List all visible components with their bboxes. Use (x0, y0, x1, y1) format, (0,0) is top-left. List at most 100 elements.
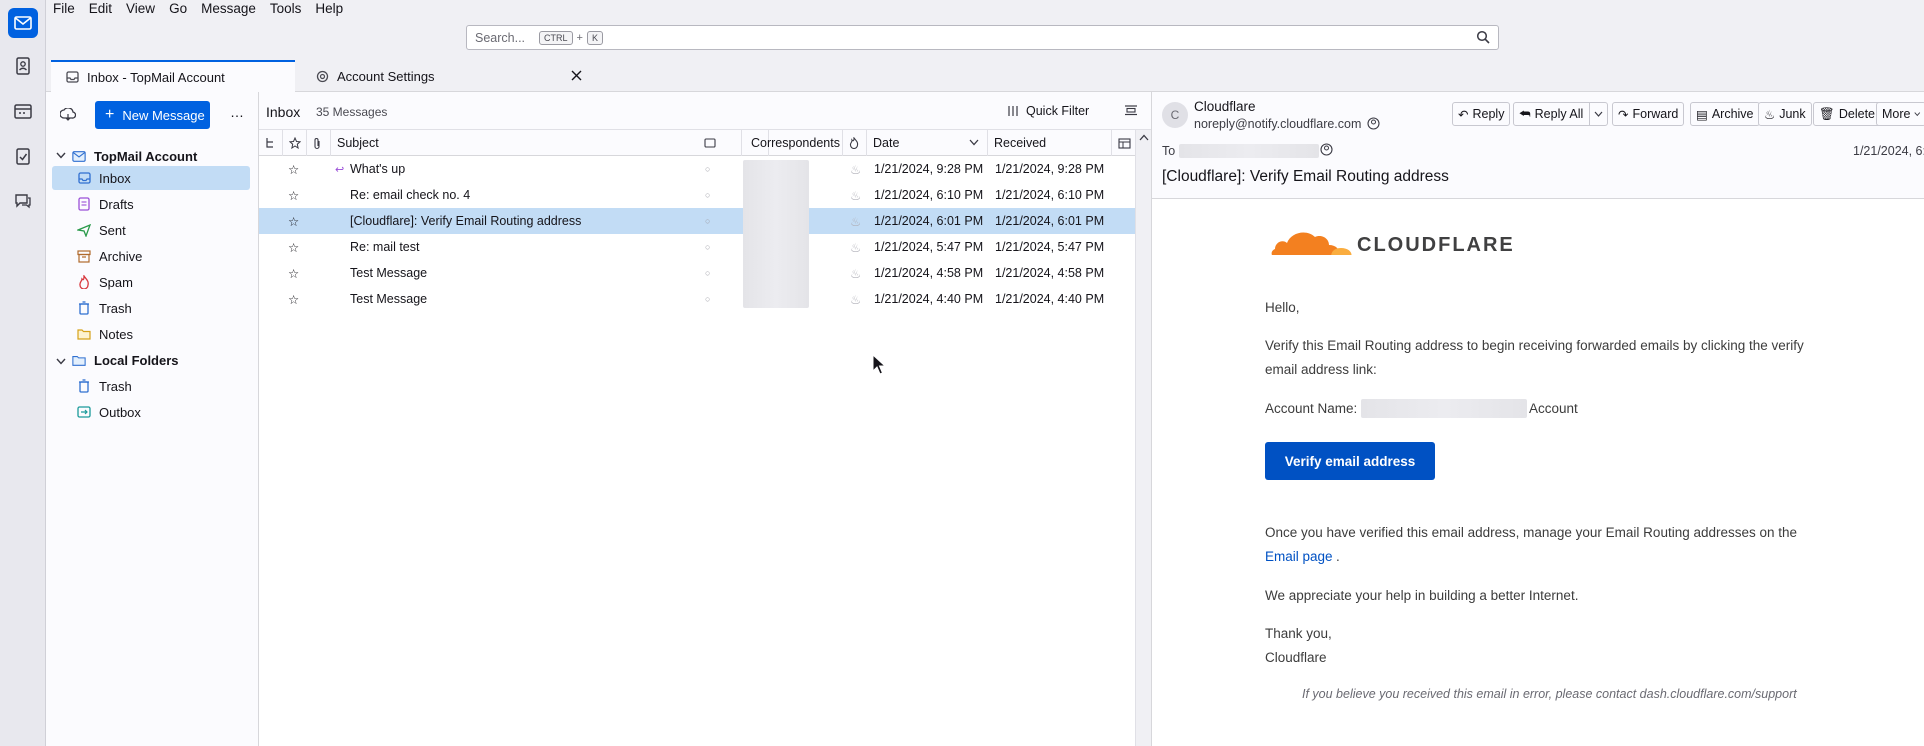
appreciate-line: We appreciate your help in building a be… (1265, 588, 1579, 603)
menu-tools[interactable]: Tools (263, 0, 309, 20)
star-icon[interactable]: ☆ (288, 182, 299, 208)
menu-view[interactable]: View (119, 0, 162, 20)
menu-file[interactable]: File (46, 0, 82, 20)
col-threads[interactable] (259, 130, 283, 156)
folder-trash[interactable]: Trash (52, 296, 250, 320)
folder-archive[interactable]: Archive (52, 244, 250, 268)
table-row[interactable]: ☆ Test Message ○ ♨ 1/21/2024, 4:40 PM 1/… (259, 286, 1135, 312)
message-pane: C Cloudflare noreply@notify.cloudflare.c… (1151, 92, 1924, 746)
star-icon[interactable]: ☆ (288, 234, 299, 260)
contact-icon[interactable] (1320, 143, 1333, 159)
chevron-down-icon[interactable] (56, 353, 68, 368)
col-date-label: Date (873, 136, 900, 150)
read-status-dot[interactable]: ○ (705, 156, 710, 182)
read-status-dot[interactable]: ○ (705, 286, 710, 312)
read-status-dot[interactable]: ○ (705, 208, 710, 234)
get-messages-icon[interactable] (59, 107, 77, 125)
col-attachment[interactable] (307, 130, 331, 156)
outbox-icon (77, 405, 91, 419)
folder-outbox[interactable]: Outbox (52, 400, 250, 424)
delete-button[interactable]: 🗑 Delete (1813, 102, 1882, 126)
tab-inbox-label: Inbox - TopMail Account (87, 69, 225, 85)
thread-scrollbar[interactable] (1135, 130, 1151, 746)
contact-icon[interactable] (1367, 117, 1380, 133)
close-tab-icon[interactable] (571, 69, 582, 84)
verify-email-button[interactable]: Verify email address (1265, 442, 1435, 480)
more-button[interactable]: More (1876, 102, 1924, 126)
table-row[interactable]: ☆ ↩ What's up ○ ♨ 1/21/2024, 9:28 PM 1/2… (259, 156, 1135, 182)
from-name[interactable]: Cloudflare (1194, 99, 1256, 114)
calendar-button[interactable] (8, 96, 38, 126)
junk-status-icon[interactable]: ♨ (850, 156, 861, 182)
reply-all-dropdown-icon[interactable] (1589, 103, 1607, 125)
settings-tab-icon (315, 69, 329, 83)
folder-sent[interactable]: Sent (52, 218, 250, 242)
star-icon[interactable]: ☆ (288, 286, 299, 312)
junk-button[interactable]: ♨ Junk (1758, 102, 1812, 126)
chat-button[interactable] (8, 186, 38, 216)
col-date[interactable]: Date (867, 130, 988, 156)
row-date: 1/21/2024, 6:01 PM (874, 214, 984, 228)
star-icon[interactable]: ☆ (288, 156, 299, 182)
menu-message[interactable]: Message (194, 0, 263, 20)
menu-help[interactable]: Help (308, 0, 350, 20)
account-local-folders[interactable]: Local Folders (52, 348, 250, 372)
email-page-link[interactable]: Email page (1265, 549, 1333, 564)
read-status-dot[interactable]: ○ (705, 182, 710, 208)
junk-status-icon[interactable]: ♨ (850, 260, 861, 286)
col-unread[interactable] (698, 130, 718, 156)
new-message-button[interactable]: + New Message (95, 101, 210, 129)
table-row[interactable]: ☆ Re: email check no. 4 ○ ♨ 1/21/2024, 6… (259, 182, 1135, 208)
junk-flame-icon: ♨ (1764, 107, 1776, 122)
folder-drafts[interactable]: Drafts (52, 192, 250, 216)
folder-notes[interactable]: Notes (52, 322, 250, 346)
table-row[interactable]: ☆ Re: mail test ○ ♨ 1/21/2024, 5:47 PM 1… (259, 234, 1135, 260)
tab-inbox[interactable]: Inbox - TopMail Account (51, 60, 295, 92)
col-correspondents[interactable]: Correspondents (741, 130, 843, 156)
archive-button[interactable]: ▤ Archive (1690, 102, 1760, 126)
star-icon[interactable]: ☆ (288, 208, 299, 234)
table-row-selected[interactable]: ☆ [Cloudflare]: Verify Email Routing add… (259, 208, 1135, 234)
junk-status-icon[interactable]: ♨ (850, 208, 861, 234)
star-icon[interactable]: ☆ (288, 260, 299, 286)
forward-button[interactable]: ↷ Forward (1612, 102, 1685, 126)
from-email[interactable]: noreply@notify.cloudflare.com (1194, 117, 1361, 131)
mail-space-button[interactable] (8, 8, 38, 38)
quick-filter-button[interactable]: Quick Filter (1006, 104, 1089, 118)
junk-status-icon[interactable]: ♨ (850, 182, 861, 208)
folder-pane-menu-button[interactable]: … (230, 104, 244, 120)
menu-go[interactable]: Go (162, 0, 194, 20)
to-recipient-redacted (1179, 144, 1319, 158)
avatar: C (1162, 102, 1188, 128)
tasks-button[interactable] (8, 141, 38, 171)
table-row[interactable]: ☆ Test Message ○ ♨ 1/21/2024, 4:58 PM 1/… (259, 260, 1135, 286)
footer-note: If you believe you received this email i… (1302, 687, 1797, 701)
manage-line-1: Once you have verified this email addres… (1265, 525, 1798, 540)
address-book-button[interactable] (8, 51, 38, 81)
tab-account-settings[interactable]: Account Settings (301, 60, 591, 92)
read-status-dot[interactable]: ○ (705, 260, 710, 286)
sort-chevron-down-icon (969, 139, 979, 146)
col-star[interactable] (283, 130, 307, 156)
scroll-up-icon[interactable] (1139, 134, 1149, 141)
row-subject: Re: mail test (350, 240, 420, 254)
folder-inbox[interactable]: Inbox (52, 166, 250, 190)
col-junk[interactable] (843, 130, 867, 156)
folder-spam[interactable]: Spam (52, 270, 250, 294)
account-topmail[interactable]: TopMail Account (52, 144, 250, 168)
junk-status-icon[interactable]: ♨ (850, 286, 861, 312)
reply-all-button[interactable]: ⮪ Reply All (1513, 102, 1608, 126)
global-search-input[interactable]: Search... CTRL + K (466, 25, 1499, 50)
junk-label: Junk (1779, 107, 1806, 121)
display-options-icon[interactable] (1124, 104, 1138, 119)
chevron-down-icon[interactable] (56, 151, 68, 161)
folder-local-trash[interactable]: Trash (52, 374, 250, 398)
folder-icon (77, 327, 91, 341)
reply-button[interactable]: ↶ Reply (1452, 102, 1511, 126)
read-status-dot[interactable]: ○ (705, 234, 710, 260)
search-icon[interactable] (1476, 30, 1490, 47)
menu-edit[interactable]: Edit (82, 0, 119, 20)
col-received[interactable]: Received (988, 130, 1112, 156)
junk-status-icon[interactable]: ♨ (850, 234, 861, 260)
column-picker-icon[interactable] (1112, 130, 1135, 156)
